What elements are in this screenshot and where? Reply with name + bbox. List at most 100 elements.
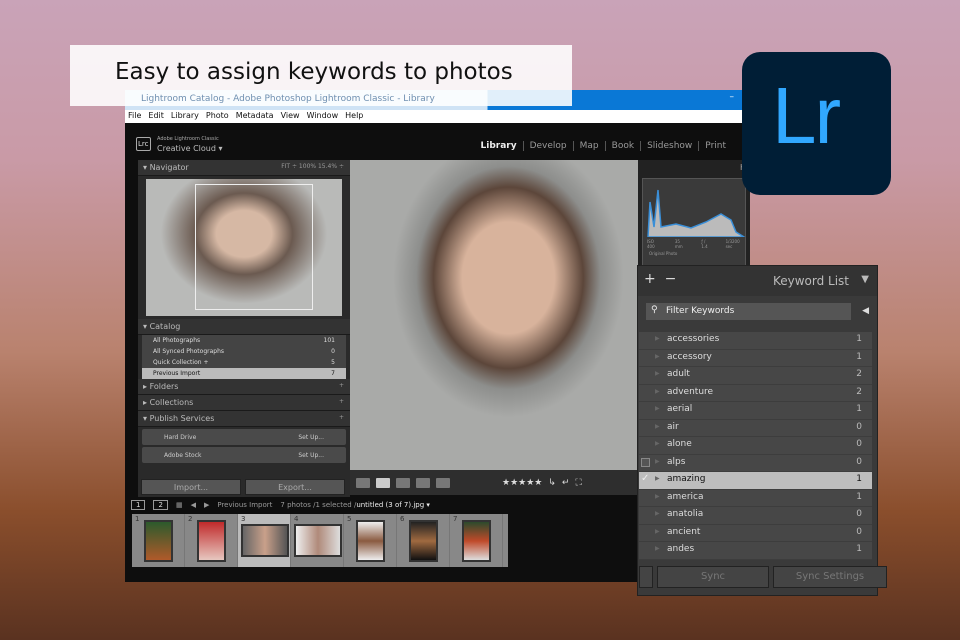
logo-text: Lr xyxy=(772,71,841,160)
keyword-row[interactable]: ▶ alone 0 xyxy=(639,437,872,455)
sync-toggle-icon[interactable] xyxy=(639,566,653,588)
publish-hard-drive[interactable]: Hard Drive Set Up... xyxy=(142,429,346,445)
catalog-item[interactable]: Quick Collection +5 xyxy=(142,357,346,368)
keyword-row[interactable]: ▶ accessory 1 xyxy=(639,350,872,367)
module-book[interactable]: Book xyxy=(604,141,640,151)
export-button[interactable]: Export... xyxy=(245,479,345,495)
grid-icon[interactable]: ▦ xyxy=(176,501,183,509)
menu-help[interactable]: Help xyxy=(345,111,363,122)
expand-arrow-icon[interactable]: ▶ xyxy=(655,370,660,377)
primary-display-button[interactable]: 1 xyxy=(131,500,146,510)
navigator-preview[interactable] xyxy=(146,179,342,316)
collapse-triangle-icon[interactable]: ▼ xyxy=(861,274,869,285)
expand-arrow-icon[interactable]: ▶ xyxy=(655,458,660,465)
expand-arrow-icon[interactable]: ▶ xyxy=(655,493,660,500)
catalog-item[interactable]: All Synced Photographs 0 xyxy=(142,346,346,357)
keyword-row[interactable]: ▶ america 1 xyxy=(639,490,872,507)
star-rating[interactable]: ★★★★★ xyxy=(502,478,542,488)
filmstrip-thumb-selected[interactable]: 3 xyxy=(238,514,291,567)
menu-view[interactable]: View xyxy=(281,111,300,122)
keyword-row[interactable]: ▶ adult 2 xyxy=(639,367,872,385)
filter-keywords-input[interactable]: ⚲ Filter Keywords xyxy=(646,303,851,320)
expand-arrow-icon[interactable]: ▶ xyxy=(655,388,660,395)
zoom-options[interactable]: FIT ÷ 100% 15.4% ÷ xyxy=(281,163,344,170)
keyword-row[interactable]: ▶ air 0 xyxy=(639,420,872,437)
rotate-left-icon[interactable]: ↳ xyxy=(548,478,556,488)
keyword-row[interactable]: ▶ anatolia 0 xyxy=(639,507,872,525)
navigator-header[interactable]: ▾ Navigator FIT ÷ 100% 15.4% ÷ xyxy=(138,160,350,176)
keyword-row[interactable]: ▶ ancient 0 xyxy=(639,525,872,542)
filmstrip-thumb[interactable]: 1 xyxy=(132,514,185,567)
catalog-item-selected[interactable]: Previous Import 7 xyxy=(142,368,346,379)
expand-arrow-icon[interactable]: ▶ xyxy=(655,475,660,482)
crop-icon[interactable]: ⛶ xyxy=(575,478,581,488)
add-folder-button[interactable]: + xyxy=(339,382,344,389)
sync-settings-button[interactable]: Sync Settings xyxy=(773,566,887,588)
main-photo-loupe[interactable] xyxy=(350,160,638,470)
remove-keyword-button[interactable]: − xyxy=(665,271,677,287)
loupe-view-icon[interactable] xyxy=(376,477,390,488)
filmstrip-filename[interactable]: untitled (3 of 7).jpg ▾ xyxy=(356,501,430,509)
keyword-row[interactable]: ▶ adventure 2 xyxy=(639,385,872,402)
checkmark-icon[interactable]: ✓ xyxy=(641,473,649,484)
menu-metadata[interactable]: Metadata xyxy=(236,111,274,122)
menu-file[interactable]: File xyxy=(128,111,141,122)
import-button[interactable]: Import... xyxy=(141,479,241,495)
keyword-row[interactable]: ▶ aerial 1 xyxy=(639,402,872,420)
keyword-row[interactable]: ▶ accessories 1 xyxy=(639,332,872,350)
module-slideshow[interactable]: Slideshow xyxy=(640,141,698,151)
filmstrip-thumb[interactable]: 7 xyxy=(450,514,503,567)
identity-plate[interactable]: Creative Cloud ▾ xyxy=(157,144,223,153)
module-print[interactable]: Print xyxy=(698,141,732,151)
module-map[interactable]: Map xyxy=(572,141,605,151)
expand-arrow-icon[interactable]: ▶ xyxy=(655,440,660,447)
secondary-display-button[interactable]: 2 xyxy=(153,500,168,510)
expand-arrow-icon[interactable]: ▶ xyxy=(655,353,660,360)
filter-arrow-icon[interactable]: ◀ xyxy=(862,306,869,316)
expand-arrow-icon[interactable]: ▶ xyxy=(655,528,660,535)
navigator-viewport[interactable] xyxy=(195,184,313,310)
survey-view-icon[interactable] xyxy=(416,477,430,488)
menu-window[interactable]: Window xyxy=(307,111,339,122)
search-icon: ⚲ xyxy=(651,305,658,315)
sync-button[interactable]: Sync xyxy=(657,566,769,588)
catalog-header[interactable]: ▾ Catalog xyxy=(138,319,350,335)
folders-header[interactable]: ▸ Folders + xyxy=(138,379,350,395)
rotate-right-icon[interactable]: ↵ xyxy=(562,478,570,488)
menu-photo[interactable]: Photo xyxy=(206,111,229,122)
forward-arrow-icon[interactable]: ▶ xyxy=(204,501,209,509)
keyword-row-selected[interactable]: ✓ ▶ amazing 1 xyxy=(639,472,872,490)
keyword-row[interactable]: ▶ alps 0 xyxy=(639,455,872,472)
expand-arrow-icon[interactable]: ▶ xyxy=(655,510,660,517)
add-collection-button[interactable]: + xyxy=(339,398,344,405)
expand-arrow-icon[interactable]: ▶ xyxy=(655,423,660,430)
expand-arrow-icon[interactable]: ▶ xyxy=(655,405,660,412)
keyword-row[interactable]: ▶ andes 1 xyxy=(639,542,872,560)
collections-header[interactable]: ▸ Collections + xyxy=(138,395,350,411)
expand-arrow-icon[interactable]: ▶ xyxy=(655,545,660,552)
expand-arrow-icon[interactable]: ▶ xyxy=(655,335,660,342)
compare-view-icon[interactable] xyxy=(396,477,410,488)
grid-view-icon[interactable] xyxy=(356,477,370,488)
add-keyword-button[interactable]: + xyxy=(644,271,656,287)
people-view-icon[interactable] xyxy=(436,477,450,488)
module-develop[interactable]: Develop xyxy=(522,141,573,151)
filmstrip-thumb[interactable]: 2 xyxy=(185,514,238,567)
minimize-button[interactable]: – xyxy=(730,92,735,102)
filmstrip-thumb[interactable]: 6 xyxy=(397,514,450,567)
module-library[interactable]: Library xyxy=(475,141,523,151)
setup-link[interactable]: Set Up... xyxy=(298,452,324,459)
back-arrow-icon[interactable]: ◀ xyxy=(191,501,196,509)
publish-services-header[interactable]: ▾ Publish Services + xyxy=(138,411,350,427)
menu-edit[interactable]: Edit xyxy=(148,111,164,122)
menu-library[interactable]: Library xyxy=(171,111,199,122)
filmstrip-thumb[interactable]: 5 xyxy=(344,514,397,567)
publish-adobe-stock[interactable]: Adobe Stock Set Up... xyxy=(142,447,346,463)
keyword-count: 1 xyxy=(856,334,862,344)
keyword-checkbox[interactable] xyxy=(641,457,650,467)
filmstrip-source[interactable]: Previous Import xyxy=(217,501,272,509)
setup-link[interactable]: Set Up... xyxy=(298,434,324,441)
catalog-item[interactable]: All Photographs 101 xyxy=(142,335,346,346)
filmstrip-thumb[interactable]: 4 xyxy=(291,514,344,567)
add-publish-button[interactable]: + xyxy=(339,414,344,421)
